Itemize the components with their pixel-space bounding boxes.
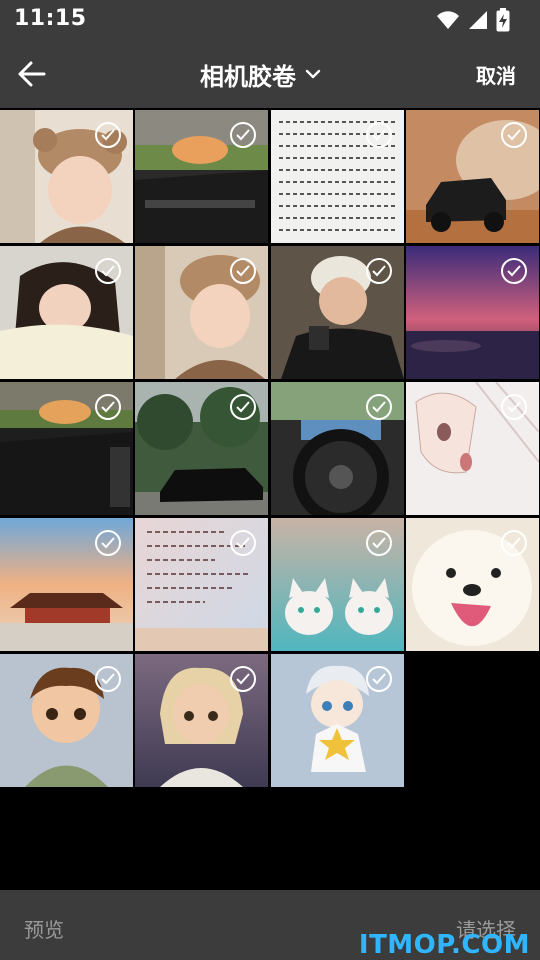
status-time: 11:15 xyxy=(14,6,87,31)
status-icons xyxy=(436,8,510,32)
photo-tile[interactable] xyxy=(270,110,404,243)
photo-tile[interactable] xyxy=(270,654,404,787)
photo-tile[interactable] xyxy=(135,518,269,651)
wifi-icon xyxy=(437,11,459,29)
photo-tile[interactable] xyxy=(0,110,133,243)
check-circle-icon[interactable] xyxy=(95,258,121,284)
album-selector[interactable]: 相机胶卷 xyxy=(200,54,322,94)
arrow-left-icon xyxy=(18,61,46,87)
back-button[interactable] xyxy=(14,56,50,92)
photo-tile[interactable] xyxy=(405,382,539,515)
app-bar: 相机胶卷 取消 xyxy=(0,40,540,108)
check-circle-icon[interactable] xyxy=(365,530,392,556)
check-circle-icon[interactable] xyxy=(365,122,392,148)
photo-tile[interactable] xyxy=(405,518,539,651)
photo-tile[interactable] xyxy=(0,518,133,651)
battery-charging-icon xyxy=(496,8,510,32)
photo-tile[interactable] xyxy=(270,246,404,379)
check-circle-icon[interactable] xyxy=(500,530,527,556)
album-title: 相机胶卷 xyxy=(200,62,296,91)
photo-tile[interactable] xyxy=(135,382,269,515)
check-circle-icon[interactable] xyxy=(500,258,527,284)
check-circle-icon[interactable] xyxy=(95,122,121,148)
watermark: ITMOP.COM xyxy=(358,930,530,960)
check-circle-icon[interactable] xyxy=(365,258,392,284)
photo-tile[interactable] xyxy=(135,110,269,243)
check-circle-icon[interactable] xyxy=(500,394,527,420)
photo-grid xyxy=(0,110,540,787)
photo-tile[interactable] xyxy=(270,518,404,651)
photo-tile[interactable] xyxy=(405,110,539,243)
signal-icon xyxy=(469,11,487,29)
check-circle-icon[interactable] xyxy=(95,394,121,420)
cancel-button[interactable]: 取消 xyxy=(476,60,516,89)
photo-tile[interactable] xyxy=(135,246,269,379)
chevron-down-icon xyxy=(305,69,321,79)
preview-button[interactable]: 预览 xyxy=(24,914,64,943)
photo-tile[interactable] xyxy=(0,654,133,787)
photo-tile[interactable] xyxy=(270,382,404,515)
status-bar: 11:15 xyxy=(0,0,540,40)
photo-tile[interactable] xyxy=(135,654,269,787)
check-circle-icon[interactable] xyxy=(365,666,392,692)
check-circle-icon[interactable] xyxy=(365,394,392,420)
photo-tile[interactable] xyxy=(0,382,133,515)
photo-tile[interactable] xyxy=(405,246,539,379)
photo-tile[interactable] xyxy=(0,246,133,379)
check-circle-icon[interactable] xyxy=(95,666,121,692)
check-circle-icon[interactable] xyxy=(95,530,121,556)
check-circle-icon[interactable] xyxy=(500,122,527,148)
